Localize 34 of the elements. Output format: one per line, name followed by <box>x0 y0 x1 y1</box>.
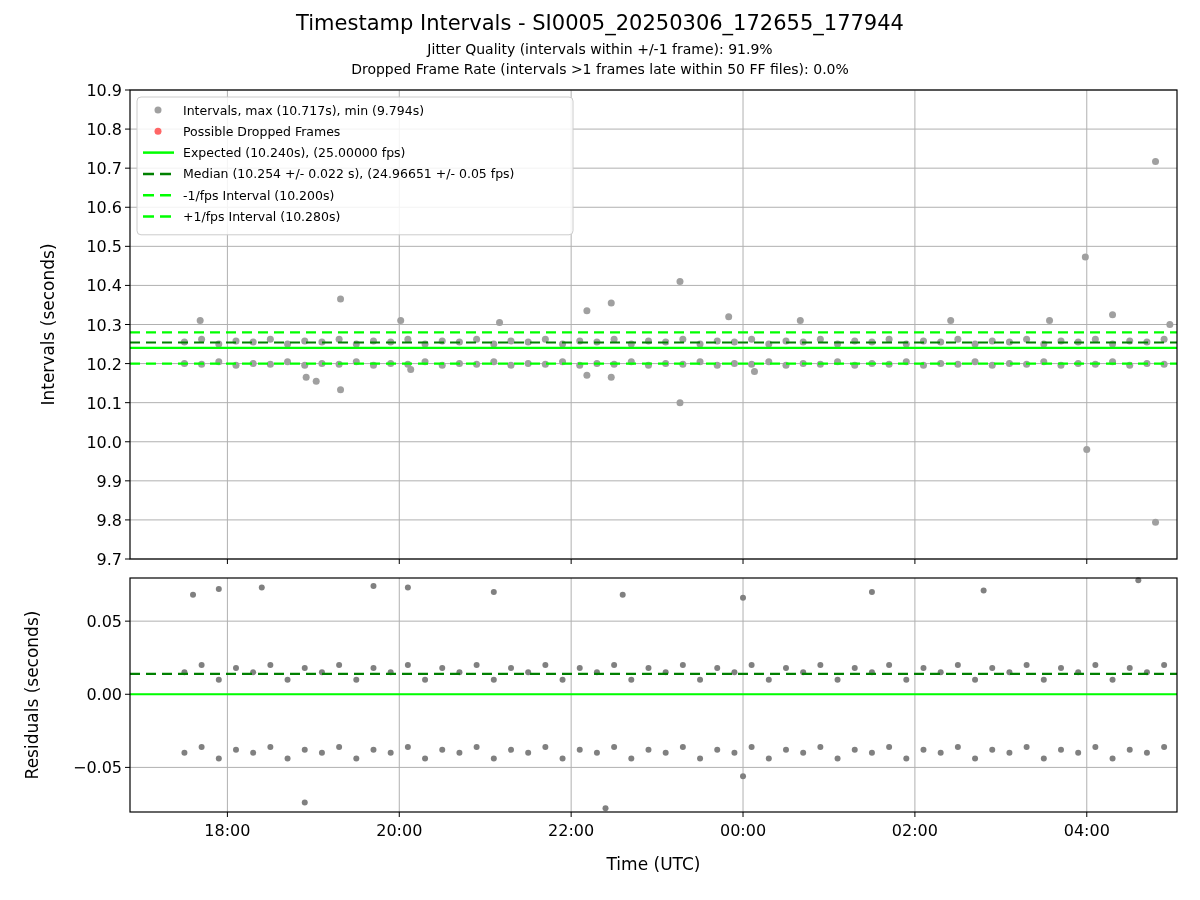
y-tick-label: 10.8 <box>86 120 122 140</box>
legend-label: Intervals, max (10.717s), min (9.794s) <box>183 102 425 118</box>
y-axis-label: Residuals (seconds) <box>22 610 42 780</box>
chart-title: Timestamp Intervals - SI0005_20250306_172655_177944 <box>296 10 904 36</box>
y-tick-label: 9.7 <box>96 550 122 569</box>
y-tick-label: 10.7 <box>86 159 122 179</box>
x-tick-label: 22:00 <box>548 821 595 840</box>
chart-subtitle: Dropped Frame Rate (intervals >1 frames late within 50 FF files): 0.0% <box>351 60 849 79</box>
y-tick-label: 0.05 <box>86 612 122 632</box>
y-axis-label: Intervals (seconds) <box>38 243 58 406</box>
legend-label: Median (10.254 +/- 0.022 s), (24.96651 +/- 0.05 fps) <box>183 166 515 182</box>
legend-label: +1/fps Interval (10.280s) <box>183 209 341 224</box>
y-tick-label: 0.00 <box>86 685 122 705</box>
x-tick-label: 00:00 <box>719 821 767 840</box>
y-tick-label: 10.1 <box>86 393 122 413</box>
x-tick-label: 18:00 <box>204 821 251 840</box>
y-tick-label: 10.5 <box>86 237 122 257</box>
chart-subtitle: Jitter Quality (intervals within +/-1 frame): 91.9% <box>427 40 773 59</box>
y-tick-label: 10.6 <box>86 198 122 218</box>
y-tick-label: 9.8 <box>96 510 122 530</box>
y-tick-label: 10.9 <box>86 81 122 100</box>
x-tick-label: 20:00 <box>376 821 423 840</box>
legend-label: Possible Dropped Frames <box>183 123 341 139</box>
y-tick-label: 10.3 <box>86 315 122 335</box>
y-tick-label: 9.9 <box>96 471 122 491</box>
x-axis-label: Time (UTC) <box>606 854 701 874</box>
legend-label: Expected (10.240s), (25.00000 fps) <box>183 145 406 161</box>
y-tick-label: 10.2 <box>86 354 122 374</box>
legend-label: -1/fps Interval (10.200s) <box>183 187 335 203</box>
x-tick-label: 02:00 <box>891 821 938 840</box>
y-tick-label: −0.05 <box>72 758 122 778</box>
x-tick-label: 04:00 <box>1063 821 1110 840</box>
y-tick-label: 10.4 <box>86 276 122 296</box>
y-tick-label: 10.0 <box>86 432 122 452</box>
